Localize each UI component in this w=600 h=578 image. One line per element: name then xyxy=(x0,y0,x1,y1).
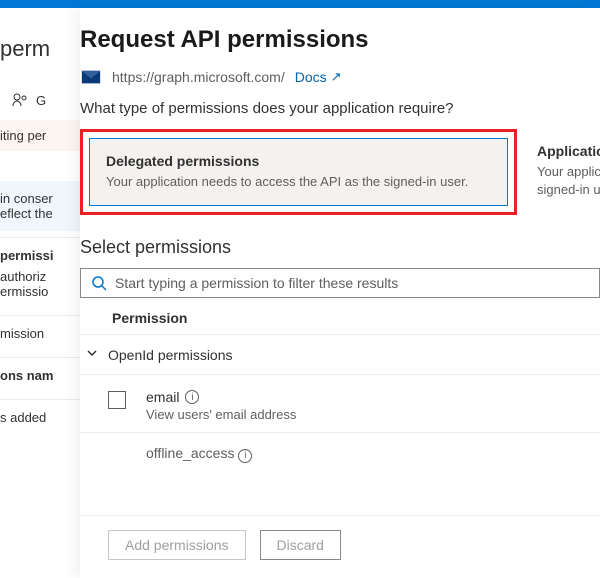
panel-title: Request API permissions xyxy=(80,26,600,68)
bg-block1-l2: ermissio xyxy=(0,284,80,299)
select-permissions-heading: Select permissions xyxy=(80,237,600,258)
top-accent-bar xyxy=(0,0,600,8)
application-title: Application xyxy=(537,143,600,159)
external-link-icon: ↗ xyxy=(331,69,342,85)
permission-type-row: Delegated permissions Your application n… xyxy=(80,129,600,215)
bg-block-sadded: s added xyxy=(0,400,80,435)
permission-type-question: What type of permissions does your appli… xyxy=(80,100,600,117)
perm-email-text: email xyxy=(146,389,179,405)
delegated-highlight-box: Delegated permissions Your application n… xyxy=(80,129,517,215)
permission-search-box[interactable] xyxy=(80,268,600,298)
delegated-desc: Your application needs to access the API… xyxy=(106,173,491,191)
docs-link[interactable]: Docs ↗ xyxy=(295,69,342,85)
request-permissions-panel: Request API permissions https://graph.mi… xyxy=(80,8,600,578)
add-permissions-button[interactable]: Add permissions xyxy=(108,530,246,560)
bg-banner2-l1: in conser xyxy=(0,191,80,206)
bg-block-mission: mission xyxy=(0,316,80,351)
application-desc-l2: signed-in us xyxy=(537,181,600,199)
bg-row-g-text: G xyxy=(36,93,46,108)
discard-button[interactable]: Discard xyxy=(260,530,341,560)
bg-block-permissions: permissi authoriz ermissio xyxy=(0,238,80,309)
info-icon[interactable]: i xyxy=(185,390,199,404)
info-icon[interactable]: i xyxy=(238,449,252,463)
application-desc-l1: Your applica xyxy=(537,163,600,181)
docs-link-label: Docs xyxy=(295,69,327,85)
checkbox-email[interactable] xyxy=(108,391,126,409)
permission-item-email: email i View users' email address xyxy=(80,375,600,432)
bg-editing-banner: iting per xyxy=(0,120,80,151)
background-page-partial: perm G iting per in conser eflect the pe… xyxy=(0,8,80,578)
group-openid-permissions[interactable]: OpenId permissions xyxy=(80,334,600,375)
people-icon xyxy=(12,92,28,108)
permission-name-email: email i xyxy=(146,389,296,405)
bg-row-g: G xyxy=(0,80,80,120)
chevron-down-icon xyxy=(84,345,100,364)
bg-block1-l1: authoriz xyxy=(0,269,80,284)
delegated-title: Delegated permissions xyxy=(106,153,491,169)
bg-banner1-l1: iting per xyxy=(0,128,80,143)
delegated-permissions-card[interactable]: Delegated permissions Your application n… xyxy=(89,138,508,206)
bg-heading: perm xyxy=(0,8,80,62)
permission-name-offline: offline_access i xyxy=(146,445,252,463)
bg-banner2-l2: eflect the xyxy=(0,206,80,221)
api-row: https://graph.microsoft.com/ Docs ↗ xyxy=(80,68,600,100)
panel-footer: Add permissions Discard xyxy=(80,515,600,578)
perm-offline-text: offline_access xyxy=(146,445,234,461)
column-header-permission: Permission xyxy=(80,298,600,334)
bg-consent-banner: in conser eflect the xyxy=(0,181,80,231)
permission-item-offline-access: offline_access i xyxy=(80,432,600,463)
application-permissions-card[interactable]: Application Your applica signed-in us xyxy=(537,129,600,215)
permission-desc-email: View users' email address xyxy=(146,407,296,422)
api-url: https://graph.microsoft.com/ xyxy=(112,69,285,85)
bg-block1-t: permissi xyxy=(0,248,80,263)
group-openid-label: OpenId permissions xyxy=(108,347,233,363)
mail-icon xyxy=(80,68,102,86)
bg-block-onsnam: ons nam xyxy=(0,358,80,393)
permission-search-input[interactable] xyxy=(115,275,589,291)
search-icon xyxy=(91,275,107,291)
